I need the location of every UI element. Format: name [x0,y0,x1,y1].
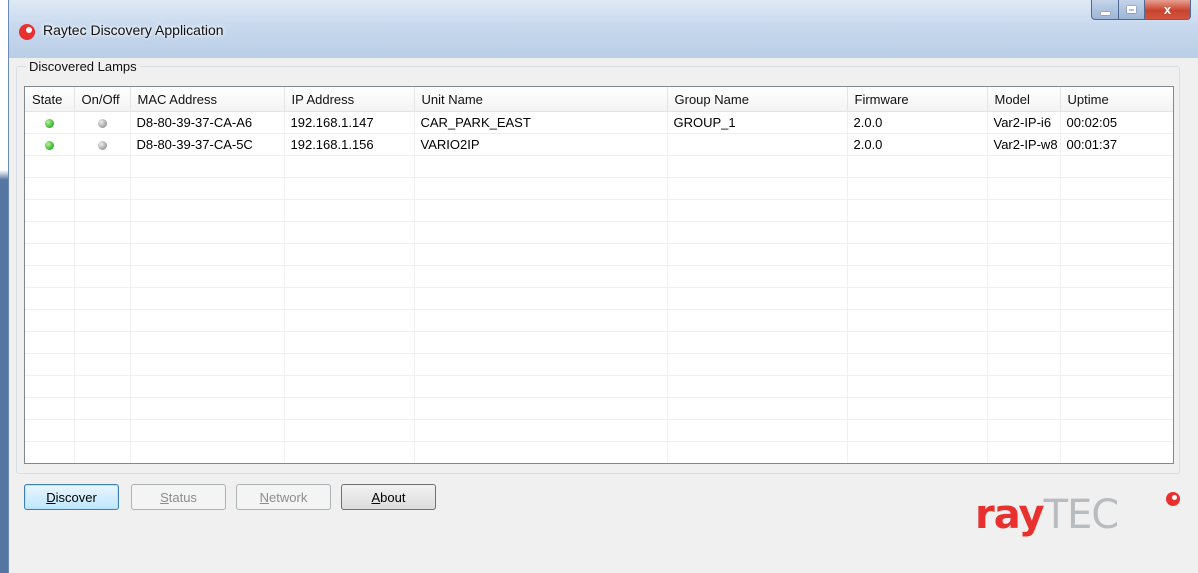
network-accelerator: N [259,489,270,505]
empty-row [25,464,1174,465]
desktop-background-edge [0,0,8,573]
empty-row [25,221,1173,244]
lamps-table: State On/Off MAC Address IP Address Unit… [25,87,1174,465]
minimize-button[interactable] [1091,0,1119,20]
empty-row [25,265,1173,288]
empty-row [25,287,1173,310]
logo-tec-text: TEC [1043,492,1120,538]
empty-row [25,199,1173,222]
logo-ray-text: ray [975,492,1045,538]
table-row[interactable]: D8-80-39-37-CA-5C 192.168.1.156 VARIO2IP… [25,133,1173,156]
column-header-unit-name[interactable]: Unit Name [414,87,668,112]
ip-cell: 192.168.1.156 [284,133,415,156]
network-button[interactable]: Network [236,484,331,510]
status-accelerator: S [160,489,169,505]
status-button[interactable]: Status [131,484,226,510]
status-green-icon [44,141,54,151]
model-cell: Var2-IP-w8 [987,133,1061,156]
caption-buttons: x [1091,0,1191,22]
empty-row [25,155,1173,178]
close-button[interactable]: x [1145,0,1191,20]
state-cell [25,133,75,156]
about-button[interactable]: About [341,484,436,510]
empty-row [25,331,1173,354]
model-cell: Var2-IP-i6 [987,111,1061,134]
onoff-cell [74,111,131,134]
empty-row [25,441,1173,463]
firmware-cell: 2.0.0 [847,133,988,156]
unit-name-cell: CAR_PARK_EAST [414,111,668,134]
maximize-button[interactable] [1119,0,1145,20]
raytec-logo-mark-icon [1166,492,1180,506]
uptime-cell: 00:01:37 [1060,133,1173,156]
title-bar[interactable]: Raytec Discovery Application x [9,0,1198,58]
empty-row [25,397,1173,420]
lamps-list-view[interactable]: State On/Off MAC Address IP Address Unit… [24,86,1174,464]
window-title: Raytec Discovery Application [43,22,224,38]
firmware-cell: 2.0.0 [847,111,988,134]
status-label: tatus [168,489,197,505]
column-header-uptime[interactable]: Uptime [1060,87,1173,112]
column-header-mac[interactable]: MAC Address [130,87,285,112]
status-green-icon [44,119,54,129]
onoff-cell [74,133,131,156]
column-header-state[interactable]: State [25,87,75,112]
column-header-firmware[interactable]: Firmware [847,87,988,112]
ip-cell: 192.168.1.147 [284,111,415,134]
empty-row [25,375,1173,398]
group-label: Discovered Lamps [26,59,140,74]
discover-label: iscover [55,489,97,505]
status-grey-icon [97,141,107,151]
group-name-cell: GROUP_1 [667,111,848,134]
raytec-logo: rayTEC [975,492,1120,542]
empty-row [25,177,1173,200]
status-grey-icon [97,119,107,129]
column-header-ip[interactable]: IP Address [284,87,415,112]
table-row[interactable]: D8-80-39-37-CA-A6 192.168.1.147 CAR_PARK… [25,111,1173,134]
discover-button[interactable]: Discover [24,484,119,510]
state-cell [25,111,75,134]
about-label: bout [380,489,406,505]
column-header-model[interactable]: Model [987,87,1061,112]
column-header-group-name[interactable]: Group Name [667,87,848,112]
empty-row [25,243,1173,266]
empty-row [25,309,1173,332]
close-icon: x [1163,2,1172,17]
table-header-row: State On/Off MAC Address IP Address Unit… [25,87,1173,112]
mac-cell: D8-80-39-37-CA-5C [130,133,285,156]
network-label: etwork [269,489,308,505]
group-name-cell [667,133,848,156]
unit-name-cell: VARIO2IP [414,133,668,156]
raytec-app-icon[interactable] [19,24,35,40]
empty-row [25,419,1173,442]
minimize-icon [1100,11,1110,15]
discover-accelerator: D [46,489,56,505]
maximize-icon [1127,6,1136,13]
empty-row [25,353,1173,376]
uptime-cell: 00:02:05 [1060,111,1173,134]
mac-cell: D8-80-39-37-CA-A6 [130,111,285,134]
column-header-onoff[interactable]: On/Off [74,87,131,112]
about-accelerator: A [371,489,381,505]
